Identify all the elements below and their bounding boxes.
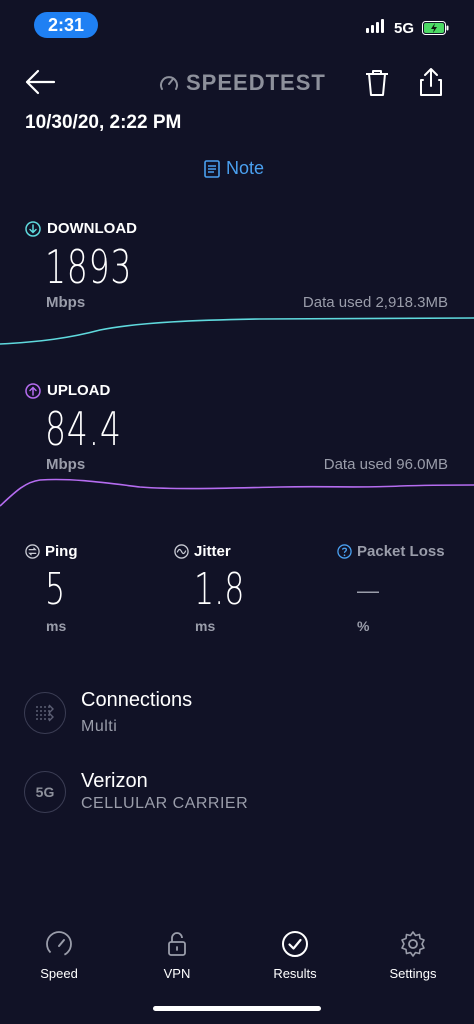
carrier-5g-icon: 5G (24, 771, 66, 813)
home-indicator[interactable] (153, 1006, 321, 1011)
back-button[interactable] (24, 68, 56, 101)
lock-icon (168, 932, 186, 956)
test-datetime: 10/30/20, 2:22 PM (25, 112, 182, 133)
upload-label: UPLOAD (47, 382, 111, 399)
delete-button[interactable] (364, 68, 390, 103)
download-value: 1893 (45, 240, 133, 294)
tab-vpn-label: VPN (163, 966, 191, 981)
speedometer-icon (46, 931, 72, 957)
network-type: 5G (394, 20, 415, 37)
check-circle-icon (282, 931, 308, 957)
connections-value: Multi (81, 718, 118, 735)
tab-speed-label: Speed (40, 966, 78, 981)
download-graph (0, 317, 474, 345)
download-arrow-icon (25, 220, 41, 237)
tab-settings-label: Settings (389, 966, 437, 981)
carrier-name: Verizon (81, 770, 148, 792)
jitter-header: Jitter (174, 543, 231, 560)
status-time: 2:31 (34, 12, 98, 38)
download-label: DOWNLOAD (47, 220, 137, 237)
connections-title: Connections (81, 689, 193, 711)
packet-loss-header[interactable]: Packet Loss (337, 543, 445, 560)
upload-value: 84.4 (45, 402, 122, 456)
carrier-type: CELLULAR CARRIER (81, 795, 249, 812)
upload-header: UPLOAD (25, 382, 110, 399)
brand-name: SPEEDTEST (186, 70, 326, 95)
ping-unit: ms (46, 618, 67, 634)
battery-icon (422, 21, 450, 40)
tab-speed[interactable]: Speed (14, 930, 104, 981)
trash-icon (366, 70, 388, 96)
note-button[interactable]: Note (204, 158, 264, 179)
ping-header: Ping (25, 543, 78, 560)
download-data-used: Data used 2,918.3MB (302, 294, 448, 311)
download-unit: Mbps (46, 294, 86, 311)
share-icon (420, 68, 442, 96)
upload-graph (0, 478, 474, 507)
gauge-icon (160, 76, 178, 90)
tab-results-label: Results (273, 966, 317, 981)
signal-icon (366, 19, 384, 33)
help-icon (337, 544, 352, 559)
tab-settings[interactable]: Settings (368, 930, 458, 981)
upload-arrow-icon (25, 382, 41, 399)
speedtest-logo: SPEEDTEST (158, 70, 326, 96)
note-label: Note (226, 158, 265, 178)
share-button[interactable] (418, 66, 444, 103)
tab-results[interactable]: Results (250, 930, 340, 981)
packet-loss-value: — (357, 578, 379, 603)
gear-icon (401, 931, 425, 957)
jitter-label: Jitter (194, 543, 231, 560)
jitter-icon (174, 544, 189, 559)
tab-vpn[interactable]: VPN (132, 930, 222, 981)
ping-icon (25, 544, 40, 559)
connections-icon (24, 692, 66, 734)
ping-value: 5 (45, 564, 66, 615)
packet-loss-unit: % (357, 618, 370, 634)
ping-label: Ping (45, 543, 78, 560)
jitter-value: 1.8 (194, 564, 245, 615)
packet-loss-label: Packet Loss (357, 543, 445, 560)
note-icon (204, 159, 220, 178)
download-header: DOWNLOAD (25, 220, 137, 237)
jitter-unit: ms (195, 618, 216, 634)
